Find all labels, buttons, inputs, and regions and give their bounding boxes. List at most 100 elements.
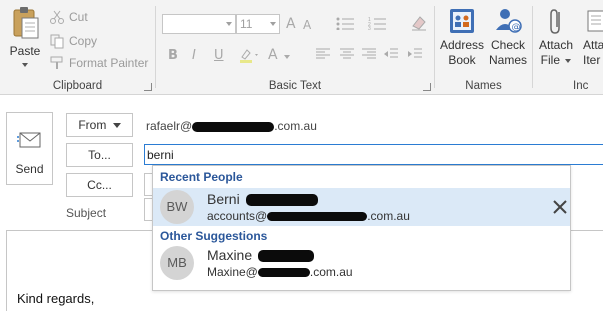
clipboard-group: Paste Cut Copy Format Painter Clipboard — [0, 0, 155, 95]
check-names-label-line1: Check — [490, 38, 525, 52]
numbering-icon[interactable]: 123 — [368, 16, 388, 33]
ribbon: Paste Cut Copy Format Painter Clipboard — [0, 0, 603, 95]
suggestion-name: Maxine — [207, 247, 315, 263]
cc-label: Cc... — [87, 178, 112, 192]
cut-label: Cut — [69, 10, 88, 24]
svg-text:3: 3 — [368, 26, 371, 30]
message-body-text: Kind regards, — [17, 291, 95, 306]
scissors-icon — [48, 9, 66, 25]
italic-button[interactable]: I — [192, 48, 196, 63]
suggestion-email-prefix: Maxine@ — [207, 265, 258, 279]
align-left-icon[interactable] — [316, 48, 330, 63]
suggestion-email-suffix: .com.au — [309, 265, 353, 279]
to-label: To... — [88, 148, 111, 162]
align-center-icon[interactable] — [340, 48, 354, 63]
avatar: MB — [160, 246, 194, 280]
to-button[interactable]: To... — [66, 143, 133, 167]
basic-text-group-label: Basic Text — [268, 80, 322, 92]
font-size-combo[interactable]: 11 — [236, 14, 280, 34]
increase-indent-icon[interactable] — [408, 48, 422, 63]
paperclip-icon — [550, 9, 560, 34]
redaction-mark — [245, 194, 318, 207]
address-book-button[interactable]: Address Book — [439, 6, 485, 68]
to-field-value: berni — [147, 148, 174, 162]
suggestion-name-text: Berni — [207, 191, 240, 207]
address-book-icon — [450, 9, 474, 33]
from-address-prefix: rafaelr@ — [146, 119, 193, 133]
clipboard-launcher-icon[interactable] — [144, 83, 152, 91]
chevron-down-icon — [112, 123, 121, 129]
clear-formatting-icon[interactable] — [410, 14, 428, 35]
font-name-combo[interactable] — [162, 14, 236, 34]
avatar: BW — [160, 190, 194, 224]
decrease-indent-icon[interactable] — [384, 48, 398, 63]
svg-text:@: @ — [512, 23, 521, 33]
font-color-button[interactable]: A — [268, 47, 278, 63]
suggestion-name: Berni — [207, 191, 318, 207]
send-button[interactable]: Send — [6, 112, 53, 185]
check-names-icon: @ — [496, 9, 522, 33]
suggestion-item[interactable]: MB Maxine Maxine@ .com.au — [153, 244, 570, 282]
paste-dropdown-arrow[interactable] — [22, 63, 28, 67]
cc-button[interactable]: Cc... — [66, 173, 133, 197]
copy-label: Copy — [69, 34, 98, 48]
attach-file-label-line2: File — [540, 53, 560, 67]
check-names-label-line2: Names — [488, 53, 527, 67]
bold-button[interactable]: B — [168, 48, 178, 63]
attach-item-label-line1: Attach — [583, 38, 603, 52]
copy-icon — [48, 33, 66, 49]
attach-file-button[interactable]: Attach File — [537, 6, 575, 68]
format-painter-icon — [48, 55, 66, 71]
suggestion-item[interactable]: BW Berni accounts@ .com.au — [153, 188, 570, 226]
font-size-value: 11 — [240, 17, 253, 31]
paste-button[interactable]: Paste — [6, 6, 44, 67]
underline-button[interactable]: U — [214, 48, 224, 63]
shrink-font-button[interactable]: A — [303, 18, 311, 32]
send-label: Send — [15, 162, 44, 176]
align-right-icon[interactable] — [362, 48, 376, 63]
redaction-mark — [267, 212, 368, 222]
from-address: rafaelr@ .com.au — [146, 119, 317, 133]
from-button[interactable]: From — [66, 113, 133, 137]
bullets-icon[interactable] — [336, 16, 356, 33]
from-address-suffix: .com.au — [274, 119, 317, 133]
chevron-down-icon — [270, 22, 276, 26]
other-suggestions-heading: Other Suggestions — [160, 229, 268, 243]
close-icon[interactable] — [550, 197, 570, 217]
attach-item-icon — [587, 10, 603, 32]
cut-button[interactable]: Cut — [48, 7, 88, 27]
paste-icon — [13, 7, 39, 39]
names-group-label: Names — [465, 80, 502, 92]
attach-file-label-line1: Attach — [538, 38, 574, 52]
recent-people-heading: Recent People — [160, 170, 243, 184]
address-book-label-line2: Book — [448, 53, 476, 67]
grow-font-button[interactable]: A — [286, 16, 296, 32]
include-group-label: Inc — [573, 80, 589, 92]
suggestion-name-text: Maxine — [207, 247, 253, 263]
chevron-down-icon — [565, 58, 572, 63]
names-group: Address Book @ Check Names Names — [435, 0, 532, 95]
chevron-down-icon — [226, 22, 232, 26]
format-painter-button[interactable]: Format Painter — [48, 53, 148, 73]
attach-item-label-line2: Iter — [583, 53, 601, 67]
basic-text-launcher-icon[interactable] — [423, 83, 431, 91]
to-field[interactable]: berni — [144, 144, 603, 165]
send-icon — [17, 132, 41, 148]
attach-item-button[interactable]: Attach Iter — [583, 6, 603, 68]
suggestion-email-prefix: accounts@ — [207, 209, 268, 223]
paste-label: Paste — [9, 44, 41, 58]
copy-button[interactable]: Copy — [48, 31, 97, 51]
chevron-down-icon[interactable] — [284, 55, 290, 59]
format-painter-label: Format Painter — [69, 56, 149, 70]
redaction-mark — [192, 121, 275, 132]
suggestion-email: accounts@ .com.au — [207, 209, 410, 223]
suggestion-email-suffix: .com.au — [367, 209, 410, 223]
clipboard-group-label: Clipboard — [52, 80, 103, 92]
check-names-button[interactable]: @ Check Names — [487, 6, 529, 68]
suggestion-email: Maxine@ .com.au — [207, 265, 353, 279]
autocomplete-suggestions: Recent People BW Berni accounts@ .com.au … — [152, 165, 571, 291]
redaction-mark — [257, 268, 310, 278]
subject-label: Subject — [66, 206, 107, 220]
highlight-icon[interactable] — [238, 47, 260, 66]
redaction-mark — [258, 250, 315, 263]
